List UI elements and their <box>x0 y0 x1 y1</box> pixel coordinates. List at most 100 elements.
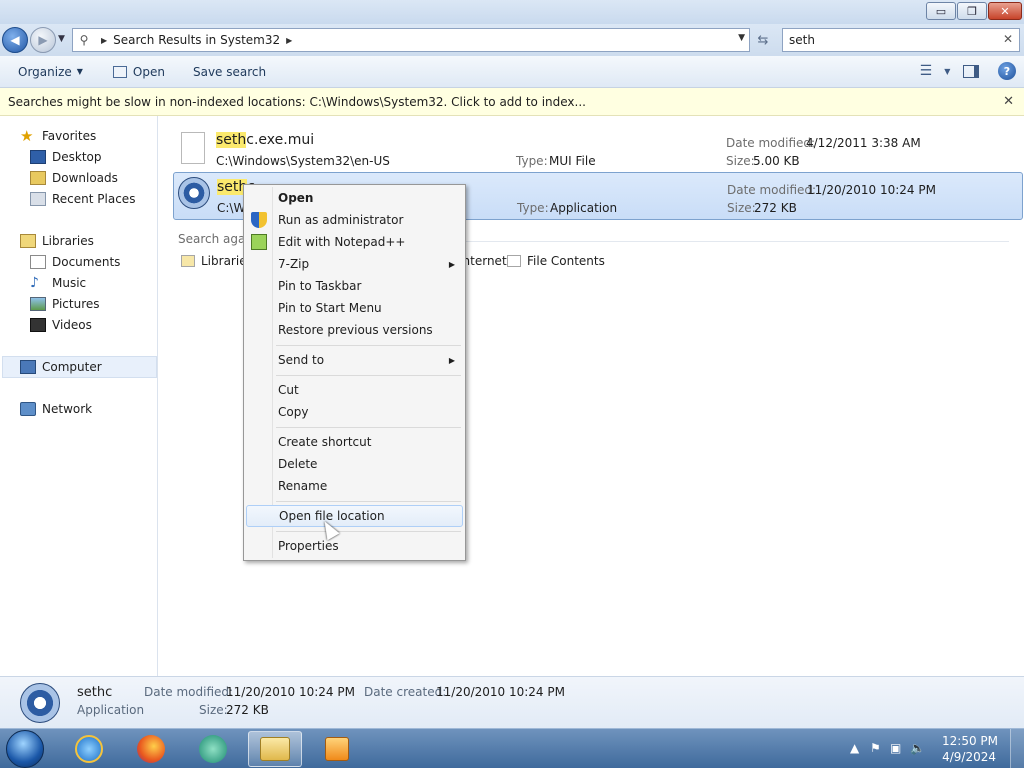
menu-item-7zip[interactable]: 7-Zip ▶ <box>246 253 463 275</box>
nav-recent-places[interactable]: Recent Places <box>30 189 135 209</box>
search-again-file-contents[interactable]: File Contents <box>507 254 605 268</box>
chevron-right-icon[interactable]: ▶ <box>101 36 107 45</box>
chevron-right-icon[interactable]: ▶ <box>286 36 292 45</box>
uac-shield-icon <box>251 212 267 228</box>
taskbar-media-player[interactable] <box>310 731 364 767</box>
save-search-button[interactable]: Save search <box>185 60 274 84</box>
show-hidden-icons[interactable]: ▲ <box>850 741 859 755</box>
menu-label: Pin to Taskbar <box>278 279 362 293</box>
menu-item-copy[interactable]: Copy <box>246 401 463 423</box>
size-value: 272 KB <box>754 201 797 215</box>
index-warning-bar[interactable]: Searches might be slow in non-indexed lo… <box>0 88 1024 116</box>
action-center-flag-icon[interactable]: ⚑ <box>870 741 881 755</box>
maximize-button[interactable]: ❐ <box>957 2 987 20</box>
network-icon[interactable]: ▣ <box>890 741 901 755</box>
views-button[interactable]: ☰ ▼ <box>920 60 951 82</box>
details-file-name: sethc <box>77 685 113 700</box>
address-dropdown-icon[interactable]: ▼ <box>738 33 745 43</box>
menu-item-pin-start[interactable]: Pin to Start Menu <box>246 297 463 319</box>
details-date-created-label: Date created: <box>364 685 447 699</box>
menu-item-cut[interactable]: Cut <box>246 379 463 401</box>
start-button[interactable] <box>6 730 44 768</box>
nav-downloads[interactable]: Downloads <box>30 168 118 188</box>
open-label: Open <box>132 64 165 79</box>
open-icon <box>112 65 127 78</box>
menu-item-rename[interactable]: Rename <box>246 475 463 497</box>
menu-label: Delete <box>278 457 318 471</box>
notepad-plus-plus-icon <box>251 234 267 250</box>
menu-item-restore-versions[interactable]: Restore previous versions <box>246 319 463 341</box>
menu-item-open-file-location[interactable]: Open file location <box>246 505 463 527</box>
menu-item-run-as-admin[interactable]: Run as administrator <box>246 209 463 231</box>
open-button[interactable]: Open <box>105 60 173 84</box>
nav-pictures[interactable]: Pictures <box>30 294 100 314</box>
navigation-pane: ★ Favorites Desktop Downloads Recent Pla… <box>0 116 158 676</box>
result-path: C:\W <box>217 201 246 215</box>
nav-videos[interactable]: Videos <box>30 315 92 335</box>
recent-pages-dropdown[interactable]: ▼ <box>58 34 65 44</box>
nav-documents[interactable]: Documents <box>30 252 120 272</box>
date-modified-value: 11/20/2010 10:24 PM <box>807 183 936 197</box>
organize-button[interactable]: Organize ▼ <box>10 60 91 84</box>
menu-label: Create shortcut <box>278 435 372 449</box>
size-label: Size: <box>726 154 755 168</box>
minimize-button[interactable]: ▭ <box>926 2 956 20</box>
clock-date[interactable]: 4/9/2024 <box>942 750 996 764</box>
search-icon: ⚲ <box>79 33 89 47</box>
taskbar-internet-explorer[interactable] <box>62 731 116 767</box>
menu-item-create-shortcut[interactable]: Create shortcut <box>246 431 463 453</box>
close-button[interactable]: ✕ <box>988 2 1022 20</box>
downloads-icon <box>30 171 46 185</box>
nav-favorites[interactable]: ★ Favorites <box>20 126 96 146</box>
nav-music[interactable]: ♪ Music <box>30 273 86 293</box>
clear-search-icon[interactable]: ✕ <box>1003 32 1013 46</box>
menu-separator <box>276 427 461 428</box>
details-date-modified: 11/20/2010 10:24 PM <box>226 685 355 699</box>
close-icon: ✕ <box>1000 4 1010 18</box>
size-label: Size: <box>727 201 756 215</box>
show-desktop-button[interactable] <box>1010 729 1024 768</box>
menu-item-send-to[interactable]: Send to ▶ <box>246 349 463 371</box>
recent-places-icon <box>30 192 46 206</box>
result-path: C:\Windows\System32\en-US <box>216 154 390 168</box>
menu-item-properties[interactable]: Properties <box>246 535 463 557</box>
address-bar[interactable]: ⚲ ▶ Search Results in System32 ▶ ▼ <box>72 28 750 52</box>
result-item[interactable]: sethc.exe.mui C:\Windows\System32\en-US … <box>173 126 1023 174</box>
internet-explorer-icon <box>75 735 103 763</box>
forward-button[interactable]: ▶ <box>30 27 56 53</box>
menu-item-delete[interactable]: Delete <box>246 453 463 475</box>
search-again-internet[interactable]: Internet <box>459 254 507 268</box>
nav-computer[interactable]: Computer <box>20 357 102 377</box>
menu-item-edit-notepad[interactable]: Edit with Notepad++ <box>246 231 463 253</box>
submenu-arrow-icon: ▶ <box>448 355 455 365</box>
nav-network-label: Network <box>42 402 93 416</box>
date-modified-value: 4/12/2011 3:38 AM <box>806 136 921 150</box>
clock-time[interactable]: 12:50 PM <box>942 734 998 748</box>
notification-area: ▲ ⚑ ▣ 🔈 12:50 PM 4/9/2024 <box>834 729 1024 768</box>
close-icon[interactable]: ✕ <box>1003 94 1014 109</box>
nav-libraries[interactable]: Libraries <box>20 231 94 251</box>
back-button[interactable]: ◀ <box>2 27 28 53</box>
details-size: 272 KB <box>226 703 269 717</box>
menu-item-pin-taskbar[interactable]: Pin to Taskbar <box>246 275 463 297</box>
taskbar-windows-explorer[interactable] <box>248 731 302 767</box>
help-button[interactable]: ? <box>996 60 1018 82</box>
search-input[interactable]: seth ✕ <box>782 28 1020 52</box>
sethc-app-icon <box>20 683 60 723</box>
computer-icon <box>20 360 36 374</box>
organize-label: Organize <box>18 64 72 79</box>
context-menu: Open Run as administrator Edit with Note… <box>243 184 466 561</box>
minimize-icon: ▭ <box>935 4 947 18</box>
preview-pane-button[interactable] <box>960 60 982 82</box>
libraries-icon <box>20 234 36 248</box>
nav-desktop[interactable]: Desktop <box>30 147 102 167</box>
volume-muted-icon[interactable]: 🔈 <box>910 741 925 755</box>
nav-libraries-label: Libraries <box>42 234 94 248</box>
nav-downloads-label: Downloads <box>52 171 118 185</box>
refresh-button[interactable]: ⇆ <box>752 28 774 52</box>
nav-network[interactable]: Network <box>20 399 92 419</box>
breadcrumb[interactable]: Search Results in System32 <box>113 33 280 47</box>
menu-item-open[interactable]: Open <box>246 187 463 209</box>
taskbar-firefox[interactable] <box>124 731 178 767</box>
taskbar-app[interactable] <box>186 731 240 767</box>
